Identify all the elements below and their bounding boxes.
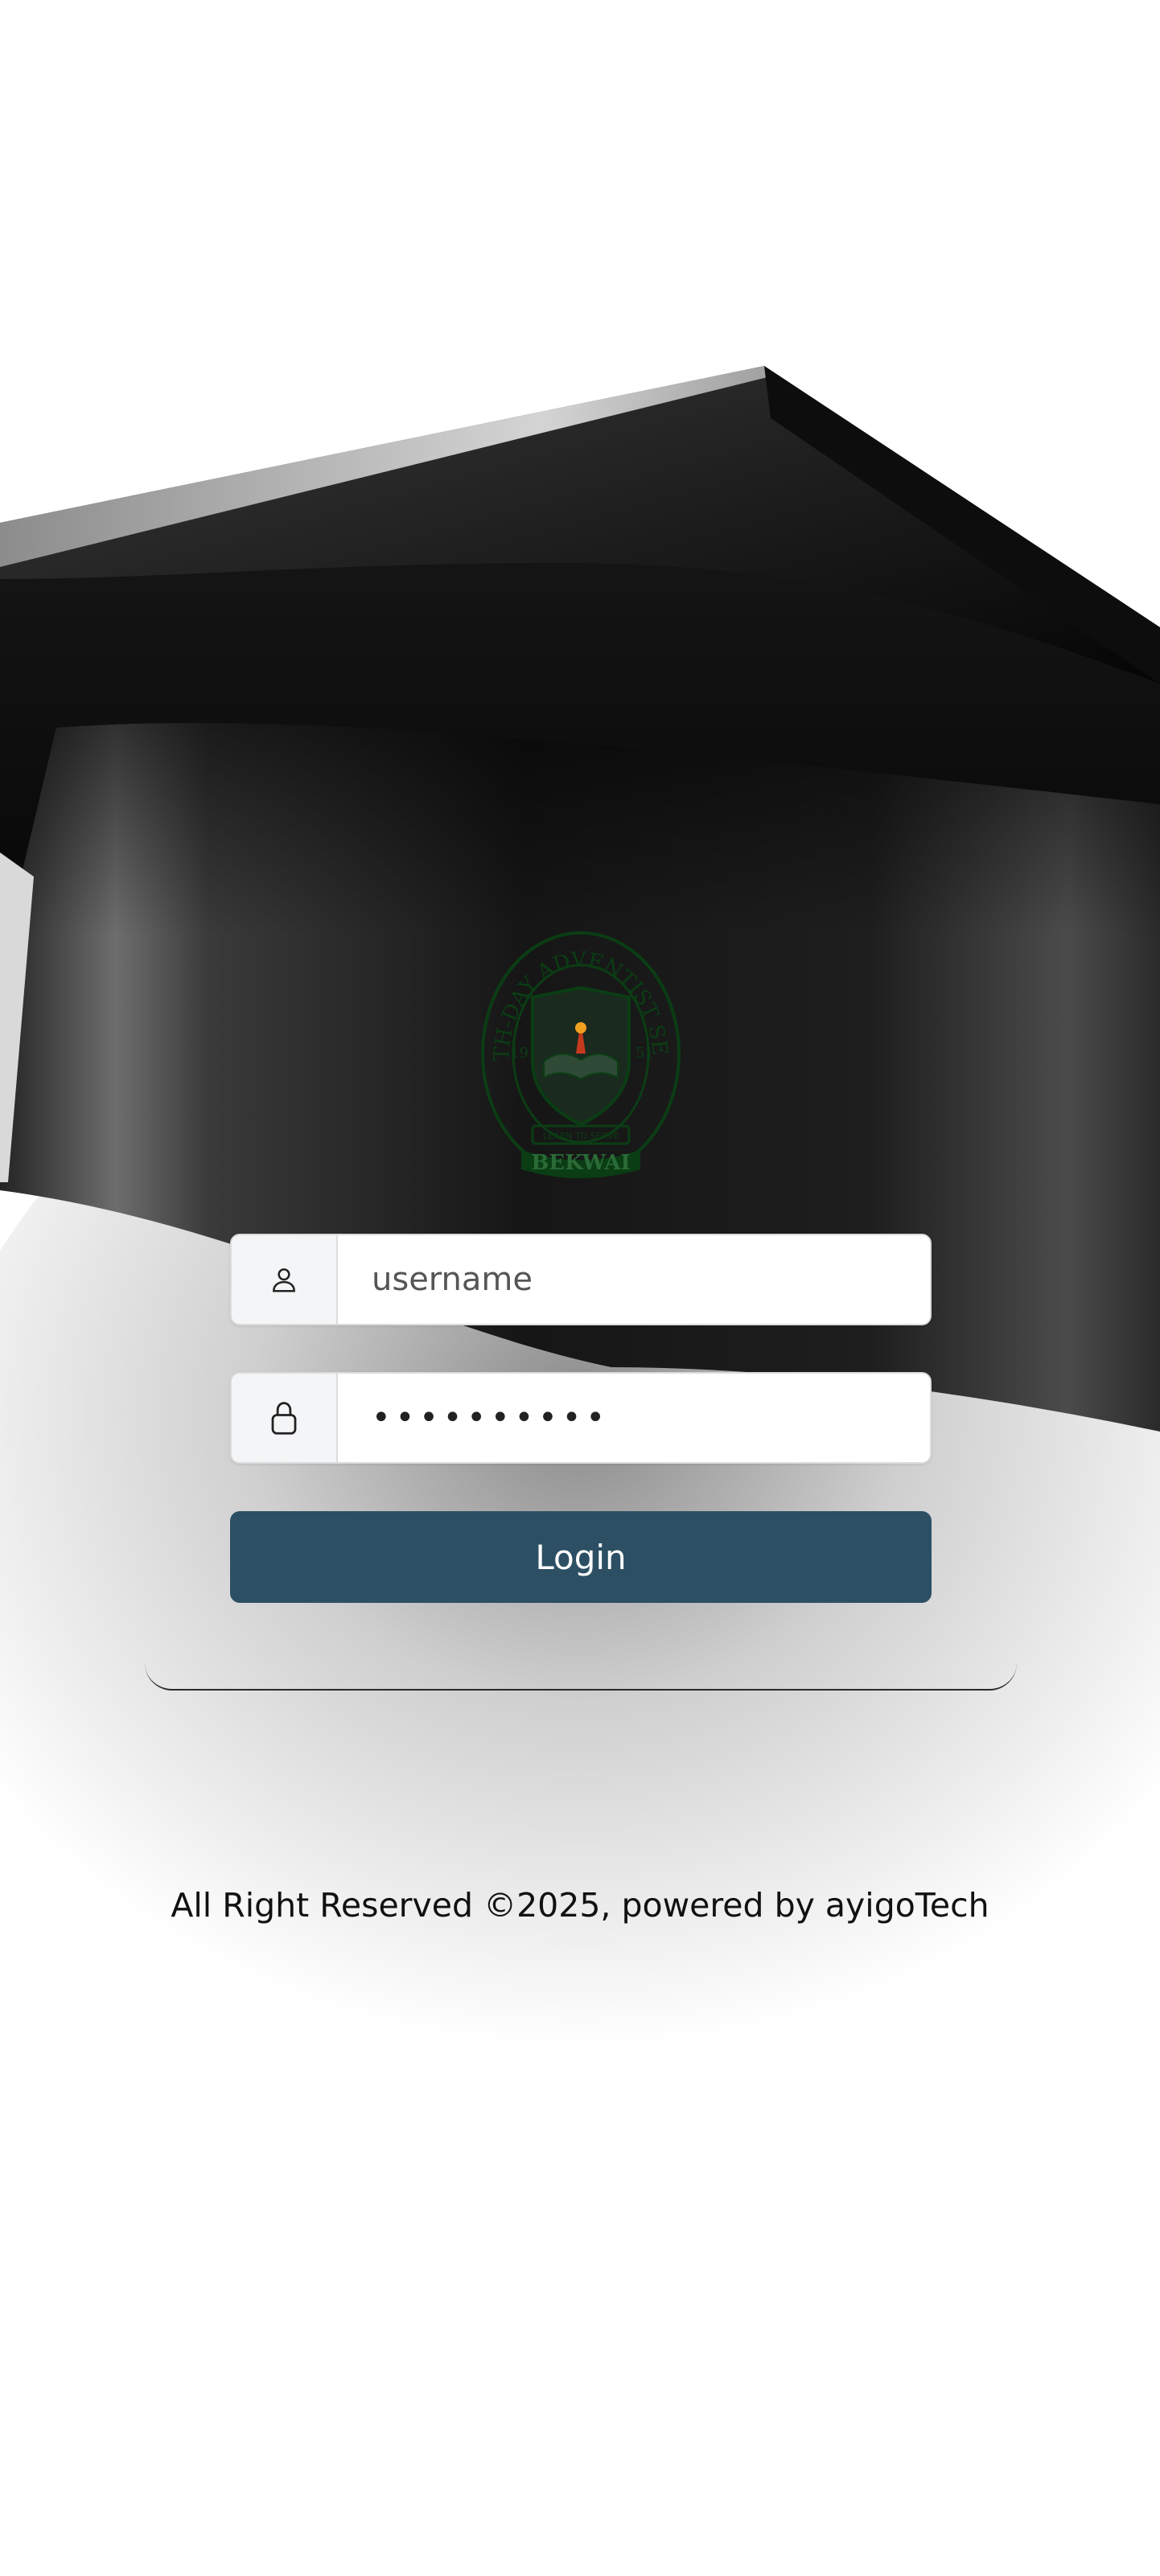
lock-icon xyxy=(232,1374,338,1462)
crest-bottom-text: BEKWAI xyxy=(531,1151,630,1175)
crest-ribbon-text: LEARN TO SERVE xyxy=(543,1131,619,1141)
username-input[interactable] xyxy=(338,1235,930,1324)
school-crest-logo: SEVENTH-DAY ADVENTIST SEC. SCH. 19 51 LE… xyxy=(475,925,681,1178)
login-button[interactable]: Login xyxy=(230,1511,932,1603)
user-icon xyxy=(232,1235,338,1324)
password-input-group xyxy=(230,1372,932,1464)
crest-year-right: 51 xyxy=(636,1045,654,1062)
crest-year-left: 19 xyxy=(510,1045,529,1062)
footer-copyright: All Right Reserved ©2025, powered by ayi… xyxy=(171,1886,989,1925)
username-input-group xyxy=(230,1234,932,1325)
password-input[interactable] xyxy=(338,1374,930,1462)
login-card: SEVENTH-DAY ADVENTIST SEC. SCH. 19 51 LE… xyxy=(145,885,1017,1691)
